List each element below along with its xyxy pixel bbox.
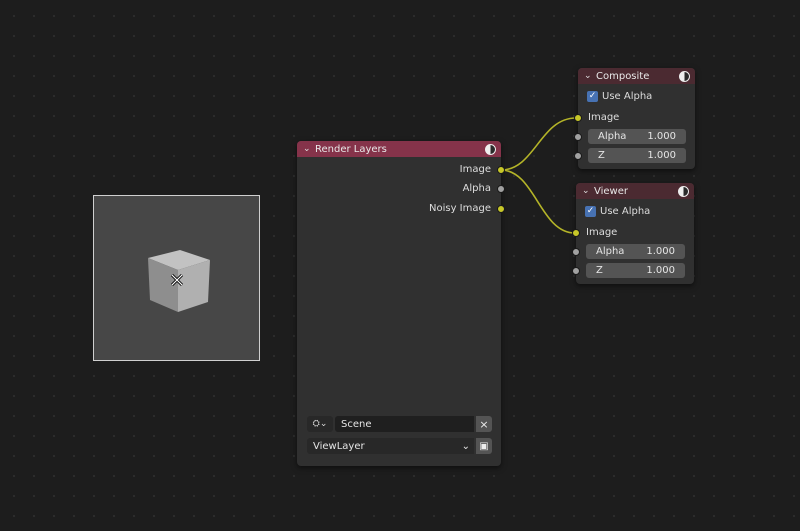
composite-header[interactable]: ⌄ Composite	[578, 68, 695, 84]
clear-scene-button[interactable]: ×	[476, 416, 492, 432]
output-socket-noisy-image[interactable]	[497, 205, 505, 213]
z-field[interactable]: Z 1.000	[588, 148, 686, 163]
z-value: 1.000	[647, 150, 676, 161]
chevron-down-icon[interactable]: ⌄	[303, 144, 315, 154]
render-still-icon: ▣	[479, 440, 489, 452]
node-title: Viewer	[594, 185, 628, 197]
view-layer-dropdown[interactable]: ViewLayer ⌄	[307, 438, 474, 454]
link-render-to-viewer	[500, 169, 576, 234]
input-label-image: Image	[586, 227, 618, 238]
z-field[interactable]: Z 1.000	[586, 263, 685, 278]
input-socket-z[interactable]	[572, 267, 580, 275]
scene-name-field[interactable]: Scene	[335, 416, 474, 432]
scene-browse-button[interactable]: ⛭ ⌄	[307, 416, 333, 432]
composite-node[interactable]: ⌄ Composite ✓ Use Alpha Image Alpha 1.00…	[574, 68, 695, 169]
alpha-value: 1.000	[646, 246, 675, 257]
viewer-node[interactable]: ⌄ Viewer ✓ Use Alpha Image Alpha 1.000 Z…	[572, 183, 694, 284]
output-label-noisy-image: Noisy Image	[428, 203, 491, 214]
view-layer-name: ViewLayer	[313, 440, 365, 452]
chevron-down-icon: ⌄	[319, 419, 328, 429]
use-alpha-toggle[interactable]: ✓ Use Alpha	[587, 91, 652, 102]
render-icon	[678, 185, 689, 197]
use-alpha-label: Use Alpha	[602, 91, 653, 102]
chevron-down-icon: ⌄	[461, 440, 470, 452]
alpha-field[interactable]: Alpha 1.000	[586, 244, 685, 259]
use-alpha-toggle[interactable]: ✓ Use Alpha	[585, 206, 650, 217]
render-icon	[679, 70, 690, 82]
node-title: Render Layers	[315, 143, 387, 155]
link-render-to-composite	[500, 117, 577, 171]
output-label-image: Image	[459, 164, 491, 175]
z-label: Z	[596, 265, 603, 276]
use-alpha-checkbox[interactable]: ✓	[585, 206, 596, 217]
alpha-label: Alpha	[598, 131, 627, 142]
input-socket-alpha[interactable]	[574, 133, 582, 141]
viewer-header[interactable]: ⌄ Viewer	[576, 183, 694, 199]
render-layers-node[interactable]: ⌄ Render Layers Image Alpha Noisy Image …	[297, 141, 505, 466]
view-layer-selector[interactable]: ViewLayer ⌄ ▣	[307, 438, 492, 454]
alpha-label: Alpha	[596, 246, 625, 257]
move-cursor-icon[interactable]	[170, 273, 184, 287]
use-alpha-label: Use Alpha	[600, 206, 651, 217]
output-socket-alpha[interactable]	[497, 185, 505, 193]
node-title: Composite	[596, 70, 650, 82]
z-label: Z	[598, 150, 605, 161]
chevron-down-icon[interactable]: ⌄	[582, 186, 594, 196]
render-layer-button[interactable]: ▣	[476, 438, 492, 454]
input-socket-z[interactable]	[574, 152, 582, 160]
render-icon	[485, 143, 496, 155]
use-alpha-checkbox[interactable]: ✓	[587, 91, 598, 102]
output-label-alpha: Alpha	[462, 183, 491, 194]
input-socket-image[interactable]	[574, 114, 582, 122]
backdrop-preview[interactable]	[93, 195, 260, 361]
alpha-value: 1.000	[647, 131, 676, 142]
input-socket-alpha[interactable]	[572, 248, 580, 256]
alpha-field[interactable]: Alpha 1.000	[588, 129, 686, 144]
chevron-down-icon[interactable]: ⌄	[584, 71, 596, 81]
scene-selector[interactable]: ⛭ ⌄ Scene ×	[307, 416, 492, 432]
z-value: 1.000	[646, 265, 675, 276]
input-socket-image[interactable]	[572, 229, 580, 237]
render-layers-header[interactable]: ⌄ Render Layers	[297, 141, 501, 157]
output-socket-image[interactable]	[497, 166, 505, 174]
input-label-image: Image	[588, 112, 620, 123]
scene-icon: ⛭	[312, 419, 320, 429]
